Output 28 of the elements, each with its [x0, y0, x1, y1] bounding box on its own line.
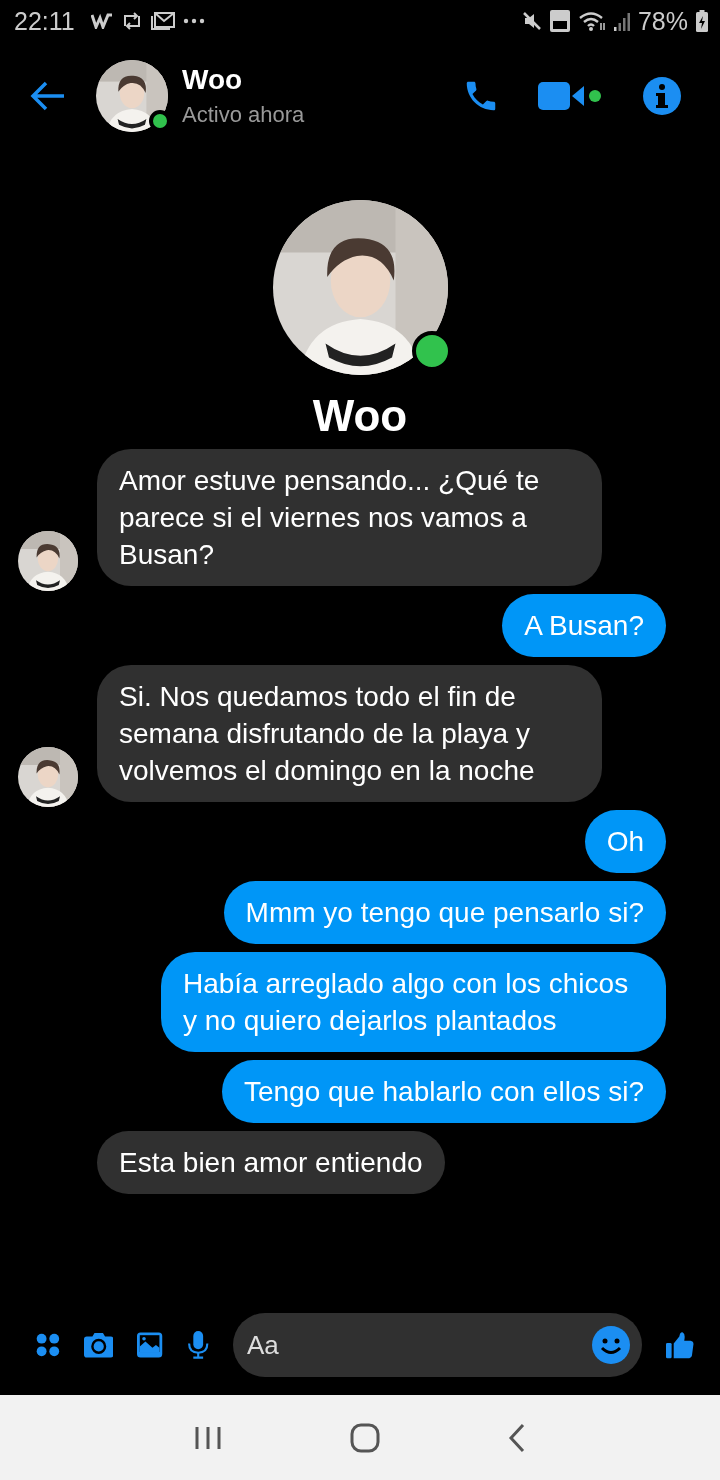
- mute-icon: [521, 11, 542, 31]
- sent-message: Oh: [584, 810, 666, 873]
- sent-message: Tengo que hablarlo con ellos si?: [221, 1060, 666, 1123]
- sent-message: Mmm yo tengo que pensarlo si?: [223, 881, 666, 944]
- contact-name: Woo: [182, 64, 244, 96]
- back-icon[interactable]: [506, 1422, 527, 1453]
- message-input-field[interactable]: Aa: [232, 1313, 642, 1377]
- wifi-icon: [577, 11, 606, 31]
- mail-icon: [150, 12, 175, 30]
- sent-message: Había arreglado algo con los chicos y no quiero dejarlos plantados: [161, 952, 666, 1052]
- clock-time: 22:11: [14, 6, 75, 36]
- emoji-icon[interactable]: [591, 1326, 630, 1364]
- received-message: Esta bien amor entiendo: [97, 1131, 445, 1194]
- sent-message: A Busan?: [502, 594, 666, 657]
- received-message: Si. Nos quedamos todo el fin de semana disfrutando de la playa y volvemos el domingo en la noche: [97, 665, 602, 802]
- video-call-icon[interactable]: [538, 80, 604, 112]
- profile-name: Woo: [312, 391, 408, 441]
- received-message: Amor estuve pensando... ¿Qué te parece si el viernes nos vamos a Busan?: [97, 449, 602, 586]
- battery-icon: [696, 10, 708, 32]
- home-icon[interactable]: [350, 1422, 380, 1453]
- battery-percent: 78%: [637, 6, 688, 36]
- info-icon[interactable]: [642, 76, 682, 116]
- recent-apps-icon[interactable]: [193, 1424, 224, 1451]
- more-icon: [182, 18, 205, 24]
- signal-icon: [613, 11, 630, 31]
- app-logo-icon: [90, 13, 113, 29]
- active-status: Activo ahora: [182, 102, 305, 128]
- back-arrow-icon[interactable]: [30, 81, 66, 111]
